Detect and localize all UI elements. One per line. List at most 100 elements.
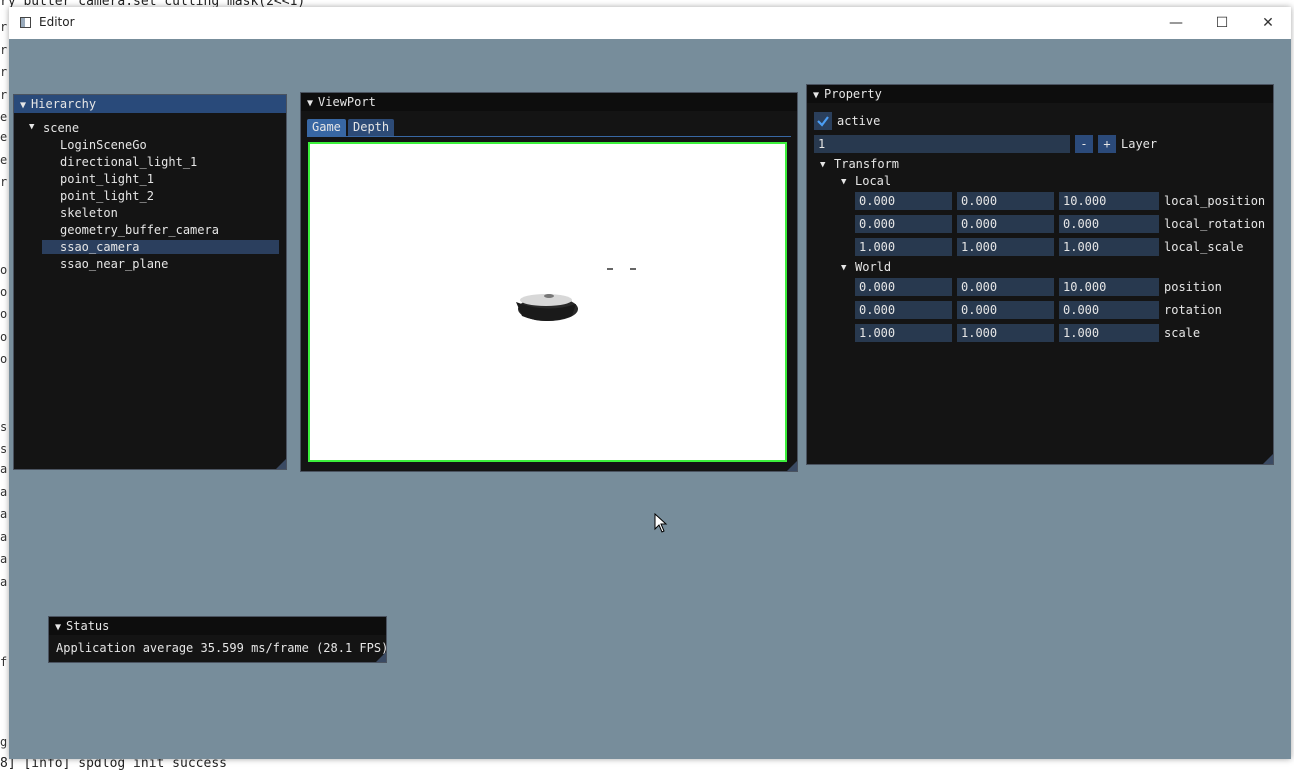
- layer-decrement-button[interactable]: -: [1075, 135, 1093, 153]
- rotation-z-input[interactable]: 0.000: [1059, 301, 1159, 319]
- background-fragment: r: [0, 175, 8, 189]
- scene-expand-icon[interactable]: ▼: [29, 122, 34, 132]
- mouse-pointer-icon: [654, 512, 668, 537]
- resize-grip-icon[interactable]: [276, 459, 286, 469]
- hierarchy-root-scene[interactable]: scene: [43, 121, 79, 135]
- scale-label: scale: [1164, 326, 1201, 340]
- rotation-label: rotation: [1164, 303, 1222, 317]
- local-position-z-input[interactable]: 10.000: [1059, 192, 1159, 210]
- transform-node[interactable]: Transform: [834, 155, 899, 173]
- collapse-triangle-icon[interactable]: ▼: [307, 95, 313, 113]
- property-header[interactable]: ▼ Property: [807, 85, 1273, 103]
- hierarchy-item[interactable]: ssao_near_plane: [60, 257, 168, 271]
- local-rotation-x-input[interactable]: 0.000: [855, 215, 952, 233]
- background-fragment: e: [0, 110, 8, 124]
- tab-depth[interactable]: Depth: [348, 119, 395, 136]
- collapse-triangle-icon[interactable]: ▼: [55, 619, 61, 637]
- local-expand-icon[interactable]: ▼: [841, 177, 846, 187]
- local-scale-y-input[interactable]: 1.000: [957, 238, 1054, 256]
- status-panel: ▼ Status Application average 35.599 ms/fr…: [48, 616, 389, 663]
- local-rotation-y-input[interactable]: 0.000: [957, 215, 1054, 233]
- local-position-x-input[interactable]: 0.000: [855, 192, 952, 210]
- rotation-x-input[interactable]: 0.000: [855, 301, 952, 319]
- tab-underline: [307, 136, 791, 137]
- viewport-panel: ▼ ViewPort Game Depth: [300, 92, 798, 472]
- scale-x-input[interactable]: 1.000: [855, 324, 952, 342]
- layer-increment-button[interactable]: +: [1098, 135, 1116, 153]
- background-fragment: o: [0, 352, 8, 366]
- scale-z-input[interactable]: 1.000: [1059, 324, 1159, 342]
- hierarchy-item[interactable]: LoginSceneGo: [60, 138, 147, 152]
- background-fragment: o: [0, 285, 8, 299]
- world-expand-icon[interactable]: ▼: [841, 263, 846, 273]
- local-position-label: local_position: [1164, 194, 1266, 208]
- close-button[interactable]: ✕: [1245, 7, 1291, 39]
- status-fps-text: Application average 35.599 ms/frame (28.…: [56, 641, 389, 655]
- background-fragment: s: [0, 420, 8, 434]
- local-position-y-input[interactable]: 0.000: [957, 192, 1054, 210]
- editor-window: Editor — ☐ ✕ ▼ Hierarchy ▼ scene LoginSce…: [9, 7, 1291, 759]
- maximize-button[interactable]: ☐: [1199, 7, 1245, 39]
- transform-expand-icon[interactable]: ▼: [820, 160, 825, 170]
- background-fragment: g: [0, 735, 8, 749]
- background-fragment: a: [0, 552, 8, 566]
- layer-input[interactable]: 1: [814, 135, 1070, 153]
- hierarchy-title: Hierarchy: [31, 97, 97, 111]
- collapse-triangle-icon[interactable]: ▼: [20, 97, 26, 115]
- background-fragment: a: [0, 485, 8, 499]
- local-scale-z-input[interactable]: 1.000: [1059, 238, 1159, 256]
- background-fragment: a: [0, 530, 8, 544]
- world-node[interactable]: World: [855, 258, 891, 276]
- resize-grip-icon[interactable]: [376, 652, 386, 662]
- active-checkbox[interactable]: [814, 112, 832, 130]
- game-render-view[interactable]: [308, 142, 787, 462]
- hierarchy-item[interactable]: skeleton: [60, 206, 118, 220]
- background-fragment: o: [0, 330, 8, 344]
- resize-grip-icon[interactable]: [1263, 454, 1273, 464]
- title-bar[interactable]: Editor — ☐ ✕: [9, 7, 1291, 39]
- local-scale-label: local_scale: [1164, 240, 1244, 254]
- resize-grip-icon[interactable]: [787, 461, 797, 471]
- position-y-input[interactable]: 0.000: [957, 278, 1054, 296]
- hierarchy-item[interactable]: point_light_1: [60, 172, 154, 186]
- local-scale-x-input[interactable]: 1.000: [855, 238, 952, 256]
- layer-label: Layer: [1121, 137, 1158, 151]
- position-x-input[interactable]: 0.000: [855, 278, 952, 296]
- minimize-button[interactable]: —: [1153, 7, 1199, 39]
- position-z-input[interactable]: 10.000: [1059, 278, 1159, 296]
- background-fragment: a: [0, 462, 8, 476]
- property-title: Property: [824, 87, 882, 101]
- background-fragment: o: [0, 307, 8, 321]
- collapse-triangle-icon[interactable]: ▼: [813, 87, 819, 105]
- active-label: active: [837, 114, 881, 128]
- status-header[interactable]: ▼ Status: [49, 617, 386, 635]
- scale-y-input[interactable]: 1.000: [957, 324, 1054, 342]
- hierarchy-header[interactable]: ▼ Hierarchy: [14, 95, 286, 113]
- tab-game[interactable]: Game: [307, 119, 346, 136]
- viewport-title: ViewPort: [318, 95, 376, 109]
- background-fragment: f: [0, 655, 8, 669]
- hierarchy-item[interactable]: point_light_2: [60, 189, 154, 203]
- local-rotation-label: local_rotation: [1164, 217, 1266, 231]
- local-rotation-z-input[interactable]: 0.000: [1059, 215, 1159, 233]
- position-label: position: [1164, 280, 1222, 294]
- rotation-y-input[interactable]: 0.000: [957, 301, 1054, 319]
- local-node[interactable]: Local: [855, 172, 891, 190]
- background-fragment: r: [0, 88, 8, 102]
- hierarchy-item[interactable]: directional_light_1: [60, 155, 197, 169]
- background-fragment: e: [0, 130, 8, 144]
- hierarchy-item[interactable]: geometry_buffer_camera: [60, 223, 219, 237]
- hierarchy-item-selected[interactable]: ssao_camera: [60, 240, 139, 254]
- background-fragment: r: [0, 65, 8, 79]
- status-title: Status: [66, 619, 110, 633]
- window-title: Editor: [39, 15, 75, 29]
- rendered-scene-image: [516, 268, 636, 321]
- background-fragment: a: [0, 507, 8, 521]
- background-fragment: o: [0, 263, 8, 277]
- background-fragment: a: [0, 575, 8, 589]
- viewport-header[interactable]: ▼ ViewPort: [301, 93, 797, 111]
- editor-client-area: ▼ Hierarchy ▼ scene LoginSceneGo directio…: [9, 39, 1291, 759]
- background-fragment: s: [0, 442, 8, 456]
- background-fragment: r: [0, 20, 8, 34]
- background-fragment: e: [0, 153, 8, 167]
